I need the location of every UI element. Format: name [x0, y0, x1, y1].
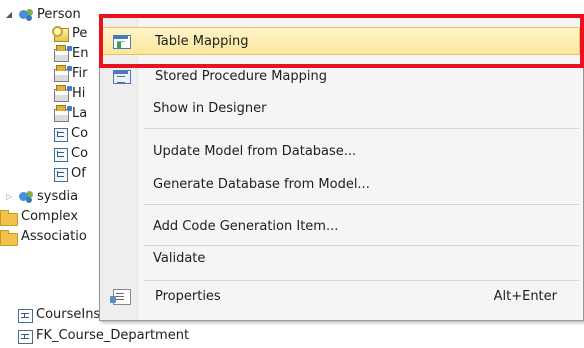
tree-node-label: Hi: [72, 86, 86, 101]
navigation-property-icon: [54, 168, 68, 182]
tree-node-sysdiagrams[interactable]: ▷ sysdia: [4, 187, 78, 207]
menu-item-properties[interactable]: Properties Alt+Enter: [102, 282, 580, 310]
tree-node-navigation-property[interactable]: Co: [54, 124, 88, 144]
tree-node-property[interactable]: Fir: [54, 64, 88, 84]
tree-node-navigation-property[interactable]: Co: [54, 144, 88, 164]
menu-item-show-in-designer[interactable]: Show in Designer: [102, 94, 580, 122]
tree-node-property[interactable]: En: [54, 44, 88, 64]
tree-node-label: En: [72, 46, 89, 61]
menu-item-label: Stored Procedure Mapping: [155, 68, 327, 84]
menu-item-generate-database-from-model[interactable]: Generate Database from Model...: [102, 170, 580, 198]
tree-node-label: FK_Course_Department: [36, 328, 190, 343]
association-icon: [18, 330, 33, 344]
menu-item-label: Validate: [153, 250, 206, 266]
stored-procedure-mapping-icon: [113, 70, 131, 84]
property-icon: [54, 105, 72, 122]
tree-node-label: Co: [71, 126, 89, 141]
entity-set-icon: [18, 189, 34, 205]
menu-item-stored-procedure-mapping[interactable]: Stored Procedure Mapping: [102, 62, 580, 90]
navigation-property-icon: [54, 148, 68, 162]
folder-icon: [0, 209, 18, 226]
menu-item-label: Show in Designer: [153, 100, 267, 116]
menu-item-table-mapping[interactable]: Table Mapping: [102, 27, 580, 55]
tree-node-label: Person: [37, 7, 81, 22]
menu-item-label: Properties: [155, 288, 221, 304]
table-mapping-icon: [113, 35, 131, 49]
expand-arrow-icon[interactable]: ◢: [4, 10, 14, 20]
tree-node-property[interactable]: Hi: [54, 84, 85, 104]
expand-arrow-icon[interactable]: ▷: [4, 192, 14, 202]
entity-set-icon: [18, 7, 34, 23]
tree-node-label: Complex: [21, 209, 79, 224]
menu-item-label: Table Mapping: [155, 33, 249, 49]
tree-node-label: Associatio: [21, 229, 87, 244]
menu-item-label: Update Model from Database...: [153, 143, 357, 159]
folder-icon: [0, 229, 18, 246]
tree-node-label: Pe: [72, 26, 88, 41]
association-icon: [18, 309, 33, 323]
tree-node-association[interactable]: FK_Course_Department: [18, 326, 189, 346]
tree-node-label: La: [72, 106, 88, 121]
tree-node-label: Co: [71, 146, 89, 161]
menu-item-label: Generate Database from Model...: [153, 176, 370, 192]
menu-item-update-model-from-database[interactable]: Update Model from Database...: [102, 137, 580, 165]
tree-node-label: sysdia: [37, 189, 79, 204]
menu-item-label: Add Code Generation Item...: [153, 218, 339, 234]
menu-separator: [144, 280, 579, 281]
menu-separator: [144, 204, 579, 205]
navigation-property-icon: [54, 128, 68, 142]
menu-icon-gutter: [100, 15, 138, 320]
key-property-icon: [52, 26, 69, 42]
tree-node-property[interactable]: La: [54, 104, 87, 124]
tree-node-associations[interactable]: Associatio: [0, 227, 87, 247]
tree-node-property[interactable]: Pe: [52, 24, 88, 44]
menu-separator: [144, 128, 579, 129]
menu-item-add-code-generation-item[interactable]: Add Code Generation Item...: [102, 212, 580, 240]
properties-icon: [110, 288, 131, 305]
menu-item-validate[interactable]: Validate: [102, 244, 580, 272]
tree-node-navigation-property[interactable]: Of: [54, 164, 86, 184]
tree-node-complex-types[interactable]: Complex: [0, 207, 78, 227]
property-icon: [54, 85, 72, 102]
context-menu: Table Mapping Stored Procedure Mapping S…: [99, 14, 584, 321]
tree-node-label: Fir: [72, 66, 88, 81]
property-icon: [54, 45, 72, 62]
tree-node-label: Of: [71, 166, 86, 181]
menu-item-shortcut: Alt+Enter: [493, 288, 557, 304]
tree-node-person[interactable]: ◢ Person: [4, 5, 81, 25]
property-icon: [54, 65, 72, 82]
